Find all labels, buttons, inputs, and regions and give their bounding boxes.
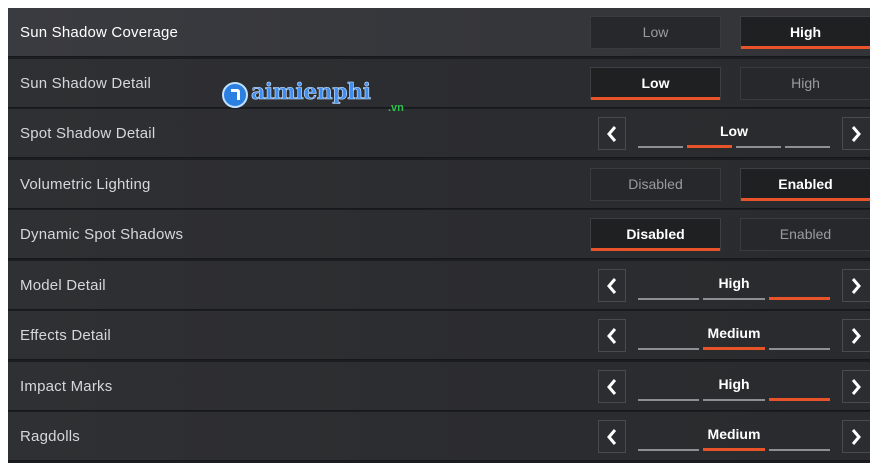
option-disabled-button[interactable]: Disabled — [590, 218, 721, 251]
watermark-logo: aimienphi .vn — [222, 79, 422, 124]
setting-label: Impact Marks — [20, 378, 113, 395]
level-indicator-segment — [687, 145, 732, 148]
setting-row-dynamic-spot-shadows[interactable]: Dynamic Spot Shadows Disabled Enabled — [8, 210, 870, 259]
setting-row-volumetric-lighting[interactable]: Volumetric Lighting Disabled Enabled — [8, 160, 870, 209]
chevron-left-icon[interactable] — [598, 370, 626, 403]
taimienphi-logo-icon — [222, 82, 248, 108]
watermark-brand: aimienphi — [251, 79, 372, 106]
setting-row-effects-detail[interactable]: Effects Detail Medium — [8, 311, 870, 360]
chevron-left-icon[interactable] — [598, 420, 626, 453]
level-indicator-segment — [638, 298, 700, 300]
setting-label: Model Detail — [20, 277, 106, 294]
option-label: High — [789, 24, 822, 40]
chevron-left-icon[interactable] — [598, 319, 626, 352]
option-label: High — [791, 75, 820, 91]
level-indicator-segment — [768, 449, 830, 451]
option-disabled-button[interactable]: Disabled — [590, 168, 721, 201]
setting-row-sun-shadow-coverage[interactable]: Sun Shadow Coverage Low High — [8, 8, 870, 57]
level-indicator-segment — [703, 399, 765, 401]
level-indicator-segment — [638, 399, 700, 401]
setting-label: Dynamic Spot Shadows — [20, 226, 184, 243]
level-indicator-segment — [768, 398, 830, 401]
option-label: Disabled — [626, 226, 685, 242]
level-indicator-segment — [638, 449, 700, 451]
option-low-button[interactable]: Low — [590, 67, 721, 100]
setting-row-impact-marks[interactable]: Impact Marks High — [8, 362, 870, 411]
setting-row-model-detail[interactable]: Model Detail High — [8, 261, 870, 310]
level-indicator-segment — [768, 348, 830, 350]
chevron-left-icon[interactable] — [598, 269, 626, 302]
chevron-right-icon[interactable] — [842, 319, 870, 352]
setting-row-sun-shadow-detail[interactable]: Sun Shadow Detail Low High — [8, 59, 870, 108]
setting-row-ragdolls[interactable]: Ragdolls Medium — [8, 412, 870, 461]
option-high-button[interactable]: High — [740, 16, 870, 49]
level-indicator-segment — [703, 347, 765, 350]
setting-label: Volumetric Lighting — [20, 176, 151, 193]
level-indicator-segment — [768, 297, 830, 300]
option-label: Disabled — [628, 176, 683, 192]
level-indicator-segment — [638, 348, 700, 350]
option-label: Enabled — [778, 176, 833, 192]
option-enabled-button[interactable]: Enabled — [740, 168, 870, 201]
chevron-left-icon[interactable] — [598, 117, 626, 150]
option-label: Low — [642, 24, 669, 40]
option-enabled-button[interactable]: Enabled — [740, 218, 870, 251]
chevron-right-icon[interactable] — [842, 269, 870, 302]
setting-label: Ragdolls — [20, 428, 80, 445]
chevron-right-icon[interactable] — [842, 420, 870, 453]
level-indicator-segment — [785, 146, 830, 148]
option-low-button[interactable]: Low — [590, 16, 721, 49]
level-indicator-segment — [638, 146, 683, 148]
option-label: Low — [641, 75, 670, 91]
setting-label: Effects Detail — [20, 327, 111, 344]
chevron-right-icon[interactable] — [842, 117, 870, 150]
level-indicator-segment — [703, 298, 765, 300]
setting-label: Spot Shadow Detail — [20, 125, 156, 142]
setting-row-spot-shadow-detail[interactable]: Spot Shadow Detail Low — [8, 109, 870, 158]
watermark-tld: .vn — [388, 102, 404, 114]
level-indicator-segment — [736, 146, 781, 148]
option-label: Enabled — [779, 226, 832, 242]
option-high-button[interactable]: High — [740, 67, 870, 100]
chevron-right-icon[interactable] — [842, 370, 870, 403]
setting-label: Sun Shadow Detail — [20, 75, 151, 92]
setting-label: Sun Shadow Coverage — [20, 24, 179, 41]
level-indicator-segment — [703, 448, 765, 451]
